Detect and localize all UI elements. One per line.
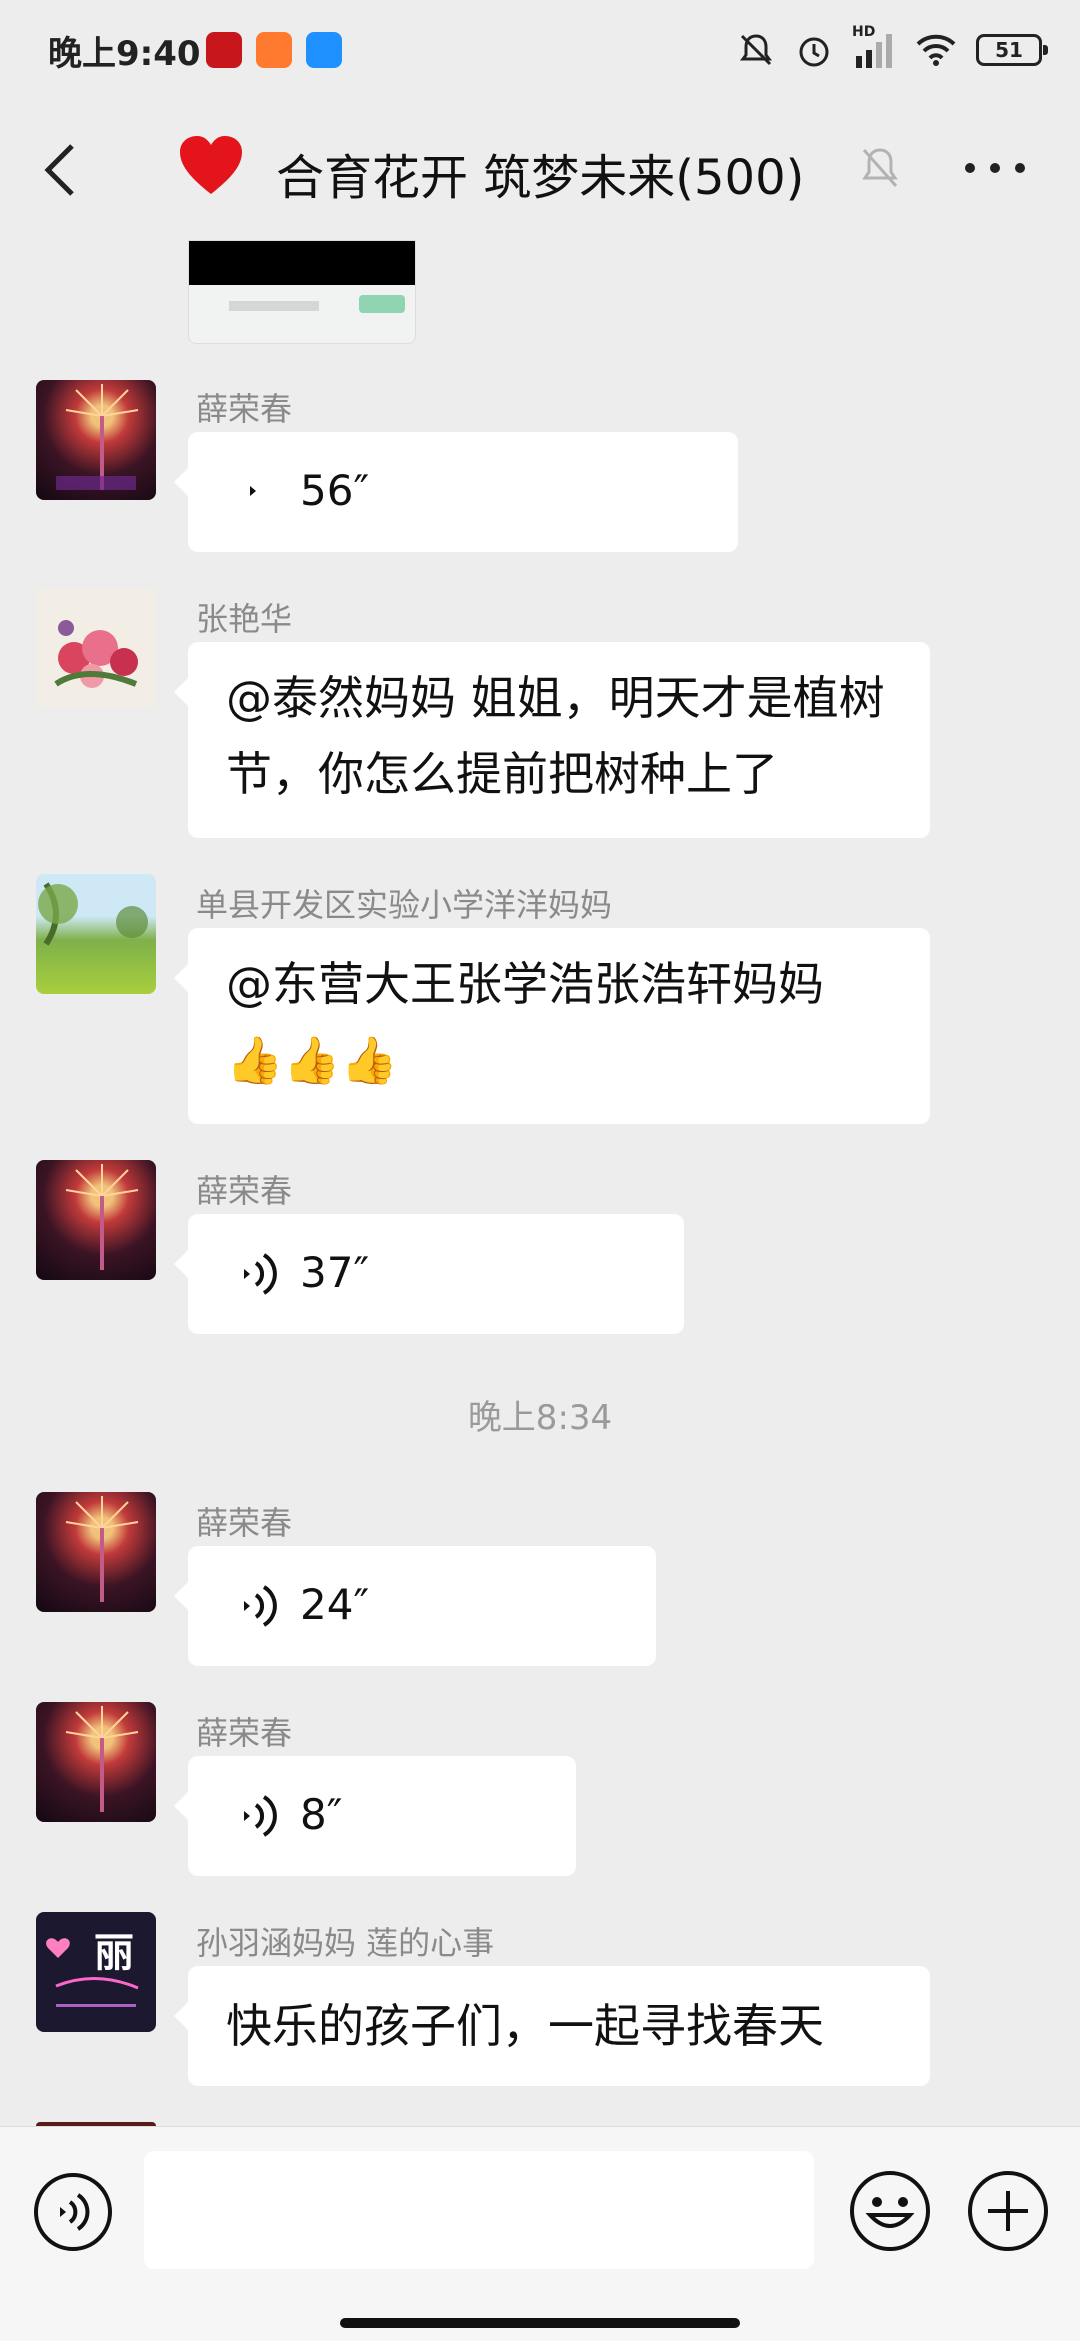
sender-name: 薛荣春 — [196, 1504, 293, 1542]
voice-icon — [244, 1585, 277, 1627]
voice-duration: 37″ — [300, 1248, 370, 1297]
voice-input-icon[interactable] — [32, 2171, 114, 2253]
voice-icon — [244, 1795, 277, 1837]
voice-icon — [244, 1253, 277, 1295]
home-indicator[interactable] — [340, 2318, 740, 2328]
voice-message-bubble[interactable]: 37″ — [174, 1214, 684, 1334]
status-time: 晚上9:40 — [48, 34, 201, 74]
mute-bell-icon — [862, 148, 898, 187]
sender-name: 薛荣春 — [196, 1714, 293, 1752]
text-message-bubble[interactable]: @泰然妈妈 姐姐，明天才是植树节，你怎么提前把树种上了 — [174, 642, 930, 838]
message-input[interactable] — [144, 2151, 814, 2269]
text-message-bubble[interactable]: 快乐的孩子们，一起寻找春天 — [174, 1966, 930, 2086]
avatar[interactable] — [36, 1492, 156, 1612]
chat-header: 合育花开 筑梦未来(500) — [0, 100, 1080, 240]
time-divider: 晚上8:34 — [467, 1398, 613, 1438]
avatar[interactable] — [36, 1702, 156, 1822]
app-notification-icon — [206, 32, 242, 68]
voice-duration: 56″ — [300, 466, 370, 515]
avatar[interactable] — [36, 380, 156, 500]
battery-level: 51 — [995, 38, 1023, 62]
signal-icon: HD — [852, 24, 896, 70]
shopping-app-icon — [256, 32, 292, 68]
emoji-icon[interactable] — [848, 2169, 932, 2253]
wifi-icon — [916, 34, 956, 66]
voice-message-bubble[interactable]: 56″ — [174, 432, 738, 552]
sender-name: 薛荣春 — [196, 1172, 293, 1210]
avatar[interactable]: 丽 — [36, 1912, 156, 2032]
sender-name: 孙羽涵妈妈 莲的心事 — [196, 1924, 495, 1962]
sender-name: 薛荣春 — [196, 390, 293, 428]
voice-message-bubble[interactable]: 8″ — [174, 1756, 576, 1876]
alarm-icon — [799, 37, 829, 67]
voice-icon — [250, 486, 256, 496]
avatar[interactable] — [36, 874, 156, 994]
voice-message-bubble[interactable]: 24″ — [174, 1546, 656, 1666]
more-dots-icon[interactable] — [960, 148, 1030, 188]
message-text: @东营大王张学浩张浩轩妈妈 — [226, 957, 824, 1011]
back-arrow-icon[interactable] — [36, 138, 92, 202]
status-icons: HD 51 — [736, 24, 1048, 72]
text-message-bubble[interactable]: @东营大王张学浩张浩轩妈妈 👍👍👍 — [174, 928, 930, 1124]
battery-icon: 51 — [976, 34, 1048, 66]
sender-name: 单县开发区实验小学洋洋妈妈 — [196, 886, 613, 924]
heart-icon — [180, 136, 242, 194]
chat-title: 合育花开 筑梦未来(500) — [276, 150, 805, 206]
image-message-thumbnail[interactable] — [188, 240, 416, 344]
message-text: 快乐的孩子们，一起寻找春天 — [226, 1999, 824, 2053]
input-bar — [0, 2126, 1080, 2341]
voice-duration: 24″ — [300, 1580, 370, 1629]
avatar[interactable] — [36, 588, 156, 708]
avatar-lotus-glyph: 丽 — [94, 1930, 134, 1976]
voice-duration: 8″ — [300, 1790, 343, 1839]
plus-icon[interactable] — [966, 2169, 1050, 2253]
message-text: @泰然妈妈 姐姐，明天才是植树节，你怎么提前把树种上了 — [226, 671, 885, 801]
sender-name: 张艳华 — [196, 600, 293, 638]
avatar[interactable] — [36, 1160, 156, 1280]
mute-status-icon — [740, 34, 772, 66]
status-bar: 晚上9:40 HD 51 — [0, 0, 1080, 100]
messaging-app-icon — [306, 32, 342, 68]
thumbs-up-emojis: 👍👍👍 — [226, 1033, 398, 1087]
